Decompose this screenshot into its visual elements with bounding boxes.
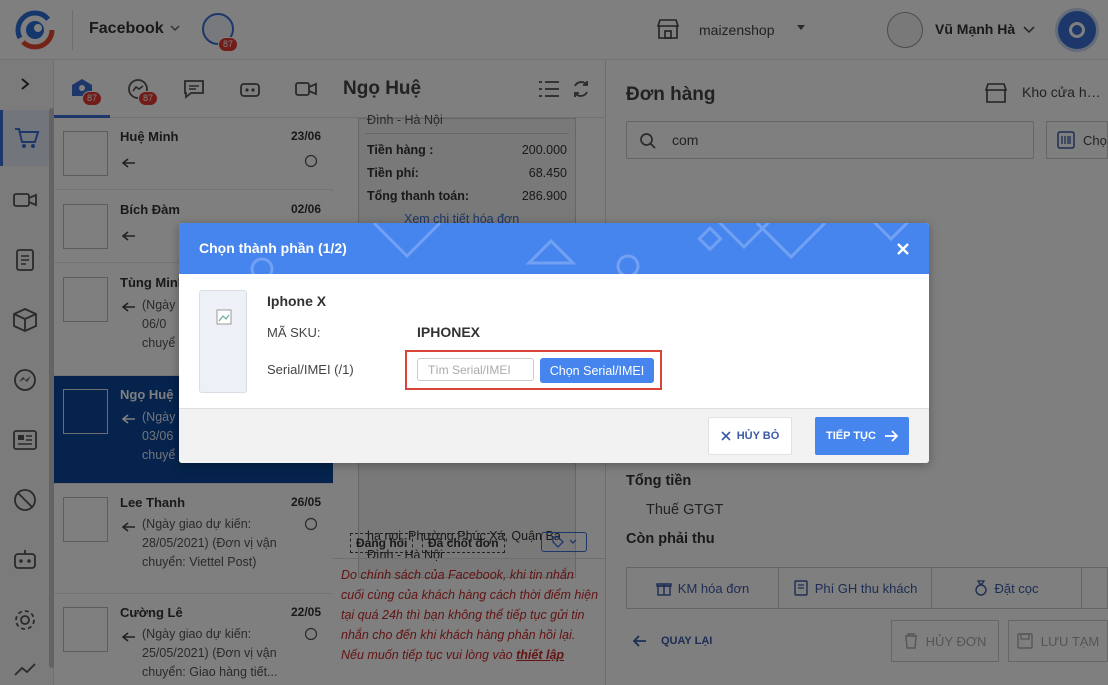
cancel-button[interactable]: HỦY BỎ (708, 417, 792, 455)
product-image (199, 290, 247, 393)
serial-label: Serial/IMEI (/1) (267, 362, 354, 377)
sku-label: MÃ SKU: (267, 325, 321, 340)
choose-component-dialog: Chọn thành phần (1/2) Iphone X MÃ SKU: I… (179, 223, 929, 463)
sku-value: IPHONEX (417, 324, 481, 340)
choose-serial-button[interactable]: Chọn Serial/IMEI (540, 358, 654, 383)
serial-search-input[interactable] (417, 358, 534, 381)
dialog-header: Chọn thành phần (1/2) (179, 223, 929, 274)
arrow-right-icon (884, 430, 898, 442)
continue-button[interactable]: TIẾP TỤC (815, 417, 909, 455)
close-icon (721, 431, 731, 441)
broken-image-icon (216, 309, 232, 325)
product-name: Iphone X (267, 293, 327, 309)
close-icon[interactable] (897, 243, 909, 258)
dialog-title: Chọn thành phần (1/2) (199, 240, 347, 256)
